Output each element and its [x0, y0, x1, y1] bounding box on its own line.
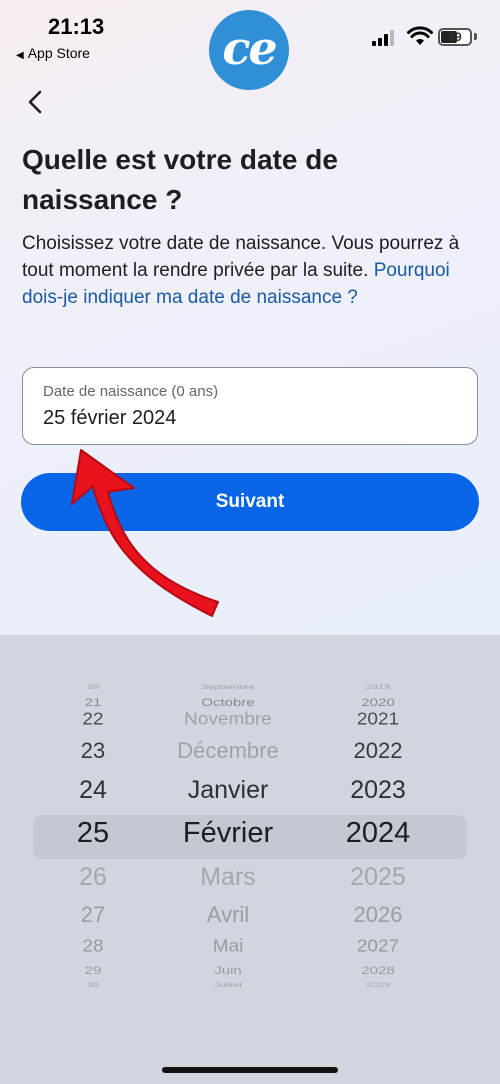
birthdate-field-label: Date de naissance (0 ans) [43, 383, 219, 400]
picker-year-item[interactable]: 2025 [330, 865, 426, 890]
picker-month-item[interactable]: Octobre [140, 697, 316, 708]
picker-year-item[interactable]: 2020 [330, 697, 426, 708]
picker-day-item[interactable]: 23 [62, 740, 124, 762]
picker-month-item[interactable]: Mars [140, 865, 316, 890]
picker-year-item[interactable]: 2027 [330, 938, 426, 955]
picker-day-item[interactable]: 30 [62, 982, 124, 988]
red-annotation-arrow [71, 449, 219, 617]
picker-year-item[interactable]: 2026 [330, 904, 426, 926]
picker-year-item[interactable]: 2024 [330, 819, 426, 848]
wifi-icon [407, 26, 433, 45]
birthdate-field[interactable]: Date de naissance (0 ans) 25 février 202… [22, 367, 478, 445]
picker-month-item[interactable]: Décembre [140, 740, 316, 762]
picker-year-item[interactable]: 2021 [330, 711, 426, 728]
back-triangle-icon: ◀ [16, 50, 24, 61]
picker-day-item[interactable]: 27 [62, 904, 124, 926]
picker-day-item[interactable]: 21 [62, 697, 124, 708]
brand-logo: ce [209, 10, 289, 90]
picker-year-item[interactable]: 2019 [330, 684, 426, 690]
back-app-label: App Store [27, 45, 90, 61]
date-picker-wheel[interactable]: 20 21 22 23 24 25 26 27 28 29 30 Septembre Octobre N… [0, 635, 500, 1084]
back-chevron-icon[interactable] [22, 88, 50, 116]
picker-month-item[interactable]: Avril [140, 904, 316, 926]
picker-month-item[interactable]: Septembre [140, 684, 316, 690]
next-button[interactable]: Suivant [21, 473, 479, 531]
page-description: Choisissez votre date de naissance. Vous… [22, 230, 472, 311]
picker-month-item[interactable]: Mai [140, 938, 316, 955]
birthdate-field-value: 25 février 2024 [43, 407, 177, 429]
picker-year-item[interactable]: 2022 [330, 740, 426, 762]
page-title: Quelle est votre date de naissance ? [22, 144, 338, 215]
back-to-app-store-link[interactable]: ◀ App Store [16, 45, 90, 61]
picker-month-item[interactable]: Février [140, 819, 316, 848]
picker-month-item[interactable]: Juillet [140, 982, 316, 988]
picker-year-item[interactable]: 2029 [330, 982, 426, 988]
picker-year-item[interactable]: 2023 [330, 778, 426, 803]
picker-day-column[interactable]: 20 21 22 23 24 25 26 27 28 29 30 [62, 635, 124, 1084]
battery-level: 39 [448, 30, 462, 44]
picker-month-item[interactable]: Novembre [140, 711, 316, 728]
picker-month-item[interactable]: Janvier [140, 778, 316, 803]
battery-tip [474, 33, 477, 40]
picker-day-item[interactable]: 28 [62, 938, 124, 955]
picker-month-column[interactable]: Septembre Octobre Novembre Décembre Janvier F… [140, 635, 316, 1084]
status-time: 21:13 [48, 14, 105, 39]
picker-month-item[interactable]: Juin [140, 965, 316, 976]
picker-day-item[interactable]: 29 [62, 965, 124, 976]
picker-day-item[interactable]: 24 [62, 778, 124, 803]
picker-day-item[interactable]: 26 [62, 865, 124, 890]
cellular-signal-icon [372, 30, 398, 46]
picker-day-item[interactable]: 25 [62, 819, 124, 848]
home-indicator [162, 1067, 338, 1073]
picker-year-item[interactable]: 2028 [330, 965, 426, 976]
picker-day-item[interactable]: 20 [62, 684, 124, 690]
picker-day-item[interactable]: 22 [62, 711, 124, 728]
battery-icon: 39 [438, 28, 472, 46]
picker-year-column[interactable]: 2019 2020 2021 2022 2023 2024 2025 2026 2027 2028… [330, 635, 426, 1084]
